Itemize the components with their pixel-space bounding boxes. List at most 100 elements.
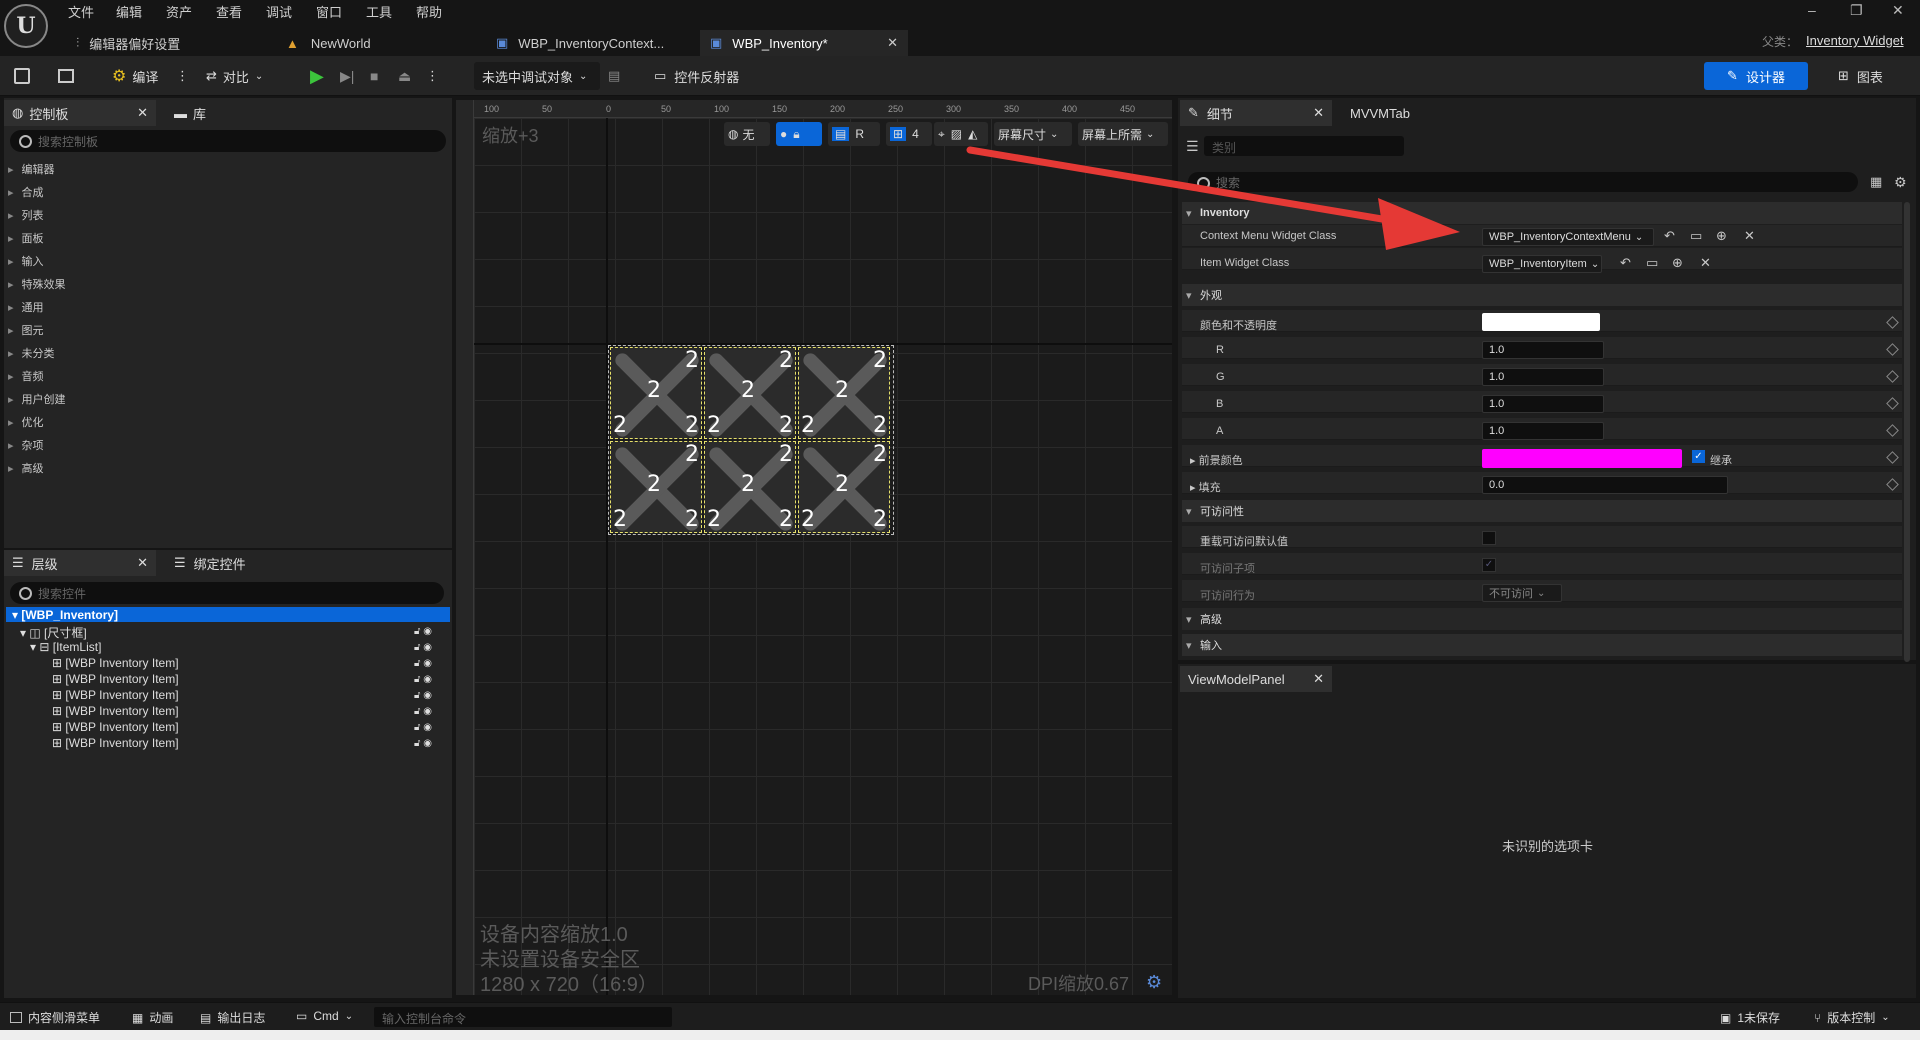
palette-category[interactable]: 图元 [8,322,44,338]
tree-item-list[interactable]: ▾ ⊟ [ItemList] [30,640,101,654]
play-options-icon[interactable]: ⋮ [426,62,439,90]
foreground-color-label[interactable]: ▸ 前景颜色 [1190,452,1243,468]
lock-eye-icon[interactable]: 🔓︎ ◉ [414,738,432,749]
lock-eye-icon[interactable]: 🔓︎ ◉ [414,722,432,733]
table-view-icon[interactable]: ▦ [1870,174,1882,190]
clear-icon[interactable]: ✕ [1700,255,1711,271]
grid-snap-button[interactable]: ⊞ 4 [886,122,932,146]
lock-eye-icon[interactable]: 🔓︎ ◉ [414,658,432,669]
use-selected-icon[interactable]: ↶ [1620,255,1631,271]
designer-button[interactable]: ✎ 设计器 [1704,62,1808,90]
context-menu-class-dropdown[interactable]: WBP_InventoryContextMenu ⌄ [1482,228,1654,246]
tab-mvvm[interactable]: MVVMTab [1342,100,1442,126]
palette-category[interactable]: 通用 [8,299,44,315]
browse-folder-icon[interactable]: ▭ [1690,228,1702,244]
output-log-button[interactable]: ▤ 输出日志 [200,1009,265,1026]
color-opacity-swatch[interactable] [1482,313,1600,331]
play-icon[interactable]: ▶ [310,62,330,90]
unreal-logo-icon[interactable]: U [4,4,48,48]
palette-category[interactable]: 合成 [8,184,44,200]
a-input[interactable]: 1.0 [1482,422,1604,440]
animation-button[interactable]: ▦ 动画 [132,1009,173,1026]
tab-new-world[interactable]: ▲ NewWorld [276,30,476,56]
palette-category[interactable]: 编辑器 [8,161,55,177]
tab-inventory[interactable]: ▣ WBP_Inventory* ✕ [700,30,908,56]
tree-inventory-item[interactable]: ⊞ [WBP Inventory Item] [52,672,179,686]
dpi-settings-gear-icon[interactable]: ⚙ [1146,972,1162,993]
lock-eye-icon[interactable]: 🔓︎ ◉ [414,706,432,717]
debug-target-dropdown[interactable]: 未选中调试对象 ⌄ [474,62,600,90]
settings-gear-icon[interactable]: ⚙ [1894,174,1907,191]
section-appearance[interactable]: 外观 [1182,284,1902,306]
close-tab-icon[interactable]: ✕ [1313,105,1324,121]
add-icon[interactable]: ⊕ [1672,255,1683,271]
browse-folder-icon[interactable]: ▭ [1646,255,1658,271]
tab-library[interactable]: ▬ 库 [166,100,246,126]
menu-view[interactable]: 查看 [216,2,242,21]
palette-category[interactable]: 杂项 [8,437,44,453]
close-tab-icon[interactable]: ✕ [1313,671,1324,687]
palette-category[interactable]: 列表 [8,207,44,223]
palette-category[interactable]: 输入 [8,253,44,269]
restore-icon[interactable]: ❐ [1850,2,1863,19]
tab-palette[interactable]: ◍ 控制板 ✕ [4,100,156,126]
close-tab-icon[interactable]: ✕ [137,105,148,121]
lock-eye-icon[interactable]: 🔓︎ ◉ [414,642,432,653]
menu-debug[interactable]: 调试 [266,2,292,21]
compile-options-icon[interactable]: ⋮ [176,62,189,90]
section-accessibility[interactable]: 可访问性 [1182,500,1902,522]
tab-context-menu[interactable]: ▣ WBP_InventoryContext... [486,30,696,56]
override-access-checkbox[interactable] [1482,531,1496,545]
respect-locks-button[interactable]: ▤ R [828,122,880,146]
clear-icon[interactable]: ✕ [1744,228,1755,244]
graph-button[interactable]: ⊞ 图表 [1838,62,1908,90]
tab-bind-widgets[interactable]: ☰ 绑定控件 [166,550,286,576]
foreground-color-swatch[interactable] [1482,449,1682,468]
source-control-button[interactable]: ⑂ 版本控制 ⌄ [1814,1009,1890,1026]
inherit-checkbox[interactable]: ✓ [1692,450,1705,463]
palette-category[interactable]: 音频 [8,368,44,384]
parent-class-link[interactable]: Inventory Widget [1806,33,1904,48]
tree-size-box[interactable]: ▾ ◫ [尺寸框] [20,624,87,641]
widget-reflector-button[interactable]: ▭ 控件反射器 [654,62,764,90]
tab-viewmodel[interactable]: ViewModelPanel ✕ [1180,666,1332,692]
access-children-checkbox[interactable]: ✓ [1482,558,1496,572]
menu-asset[interactable]: 资产 [166,2,192,21]
find-debug-icon[interactable]: ▤ [608,62,626,90]
palette-category[interactable]: 高级 [8,460,44,476]
palette-category[interactable]: 用户创建 [8,391,66,407]
tree-inventory-item[interactable]: ⊞ [WBP Inventory Item] [52,720,179,734]
palette-category[interactable]: 未分类 [8,345,55,361]
console-input[interactable]: 输入控制台命令 [374,1007,672,1027]
cmd-dropdown[interactable]: ▭ Cmd ⌄ [296,1009,353,1023]
minimize-icon[interactable]: – [1808,2,1816,18]
padding-label[interactable]: ▸ 填充 [1190,479,1221,495]
menu-tools[interactable]: 工具 [366,2,392,21]
access-behavior-dropdown[interactable]: 不可访问 ⌄ [1482,584,1562,602]
palette-category[interactable]: 特殊效果 [8,276,66,292]
padding-input[interactable]: 0.0 [1482,476,1728,494]
browse-icon[interactable] [58,62,80,90]
tree-inventory-item[interactable]: ⊞ [WBP Inventory Item] [52,656,179,670]
g-input[interactable]: 1.0 [1482,368,1604,386]
content-drawer-button[interactable]: 内容侧滑菜单 [10,1009,100,1026]
lock-eye-icon[interactable]: 🔓︎ ◉ [414,626,432,637]
compile-button[interactable]: ⚙ 编译 [112,62,172,90]
close-window-icon[interactable]: ✕ [1892,2,1904,19]
lock-eye-icon[interactable]: 🔓︎ ◉ [414,690,432,701]
tab-editor-prefs[interactable]: ⫶ 编辑器偏好设置 [66,30,266,56]
eject-icon[interactable]: ⏏ [398,62,418,90]
r-input[interactable]: 1.0 [1482,341,1604,359]
localization-button[interactable]: ◍ 无 [724,122,770,146]
item-widget-class-dropdown[interactable]: WBP_InventoryItem ⌄ [1482,255,1602,273]
stop-icon[interactable]: ■ [370,62,390,90]
palette-category[interactable]: 优化 [8,414,44,430]
tree-inventory-item[interactable]: ⊞ [WBP Inventory Item] [52,736,179,750]
save-icon[interactable] [14,62,36,90]
tab-hierarchy[interactable]: ☰ 层级 ✕ [4,550,156,576]
menu-file[interactable]: 文件 [68,2,94,21]
palette-search-input[interactable]: 搜索控制板 [10,130,446,152]
lock-eye-icon[interactable]: 🔓︎ ◉ [414,674,432,685]
lock-toggle[interactable]: ● 🔒︎ [776,122,822,146]
tree-root[interactable]: ▾ [WBP_Inventory] [12,608,118,622]
